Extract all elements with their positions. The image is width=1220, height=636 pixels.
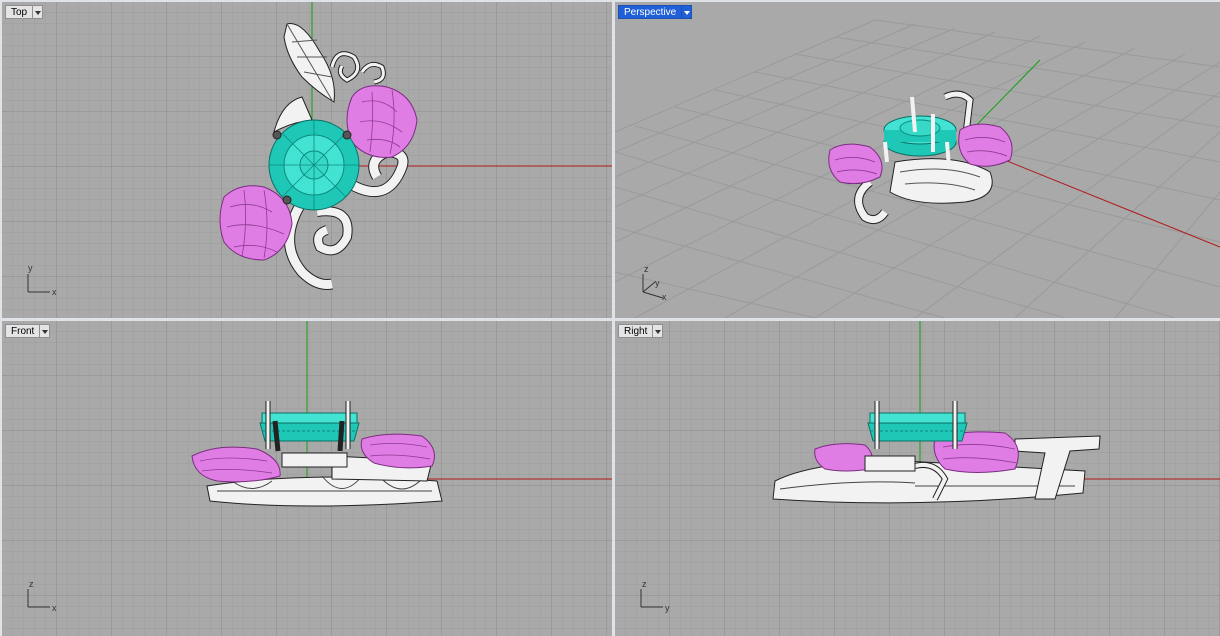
viewport-title-right[interactable]: Right — [618, 324, 664, 338]
viewport-title-perspective[interactable]: Perspective — [618, 5, 693, 19]
svg-text:x: x — [52, 603, 57, 613]
viewport-top[interactable]: y x Top — [2, 2, 612, 318]
viewport-name-right[interactable]: Right — [618, 324, 654, 338]
viewport-perspective[interactable]: z y x Perspective — [615, 2, 1220, 318]
svg-text:y: y — [665, 603, 670, 613]
svg-text:y: y — [28, 263, 33, 273]
chevron-down-icon[interactable] — [33, 5, 44, 19]
chevron-down-icon[interactable] — [40, 324, 51, 338]
svg-text:y: y — [655, 278, 660, 288]
viewport-name-perspective[interactable]: Perspective — [618, 5, 683, 19]
chevron-down-icon[interactable] — [682, 5, 693, 19]
viewport-title-top[interactable]: Top — [5, 5, 44, 19]
svg-text:z: z — [642, 579, 647, 589]
top-view-canvas[interactable]: y x — [2, 2, 612, 318]
rose-left-right — [814, 443, 874, 472]
chevron-down-icon[interactable] — [653, 324, 664, 338]
svg-text:z: z — [29, 579, 34, 589]
rose-right-perspective — [958, 123, 1013, 167]
front-view-canvas[interactable]: z x — [2, 321, 612, 636]
svg-text:z: z — [644, 264, 649, 274]
viewport-name-front[interactable]: Front — [5, 324, 41, 338]
viewport-right[interactable]: z y Right — [615, 321, 1220, 636]
viewport-name-top[interactable]: Top — [5, 5, 34, 19]
viewport-front[interactable]: z x Front — [2, 321, 612, 636]
gem-perspective — [883, 115, 957, 157]
rose-left-perspective — [828, 143, 883, 185]
svg-text:x: x — [662, 292, 667, 302]
svg-text:x: x — [52, 287, 57, 297]
right-view-canvas[interactable]: z y — [615, 321, 1220, 636]
gem-right — [867, 412, 968, 442]
perspective-view-canvas[interactable]: z y x — [615, 2, 1220, 318]
viewport-title-front[interactable]: Front — [5, 324, 51, 338]
